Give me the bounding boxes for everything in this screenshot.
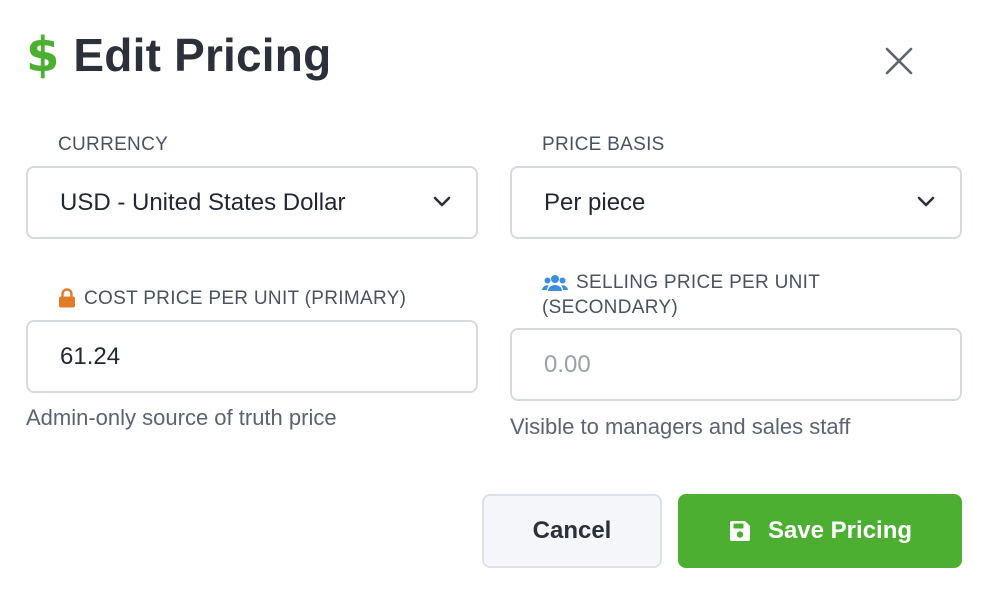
- price-basis-label: PRICE BASIS: [542, 132, 665, 157]
- selling-price-label-line2: (SECONDARY): [542, 297, 678, 318]
- selling-price-label: SELLING PRICE PER UNIT (SECONDARY): [542, 270, 820, 320]
- currency-selected-value: USD - United States Dollar: [60, 188, 346, 216]
- selling-price-placeholder: 0.00: [544, 350, 591, 378]
- save-pricing-button[interactable]: Save Pricing: [678, 494, 962, 568]
- chevron-down-icon: [433, 196, 451, 207]
- dialog-title: Edit Pricing: [73, 29, 332, 81]
- chevron-down-icon: [917, 196, 935, 207]
- selling-price-input[interactable]: 0.00: [510, 328, 962, 401]
- lock-icon: [59, 288, 75, 308]
- currency-label: CURRENCY: [58, 132, 168, 157]
- currency-label-text: CURRENCY: [58, 134, 169, 155]
- selling-price-label-line1: SELLING PRICE PER UNIT: [576, 272, 821, 293]
- dollar-icon: $: [26, 27, 60, 83]
- cancel-button[interactable]: Cancel: [482, 494, 662, 568]
- price-basis-label-text: PRICE BASIS: [542, 134, 665, 155]
- price-basis-selected-value: Per piece: [544, 188, 646, 216]
- cost-price-input[interactable]: 61.24: [26, 320, 478, 393]
- cost-price-label-text: COST PRICE PER UNIT (PRIMARY): [84, 288, 407, 309]
- cost-price-value: 61.24: [60, 342, 121, 370]
- cancel-button-label: Cancel: [532, 517, 612, 544]
- save-button-label: Save Pricing: [767, 517, 913, 544]
- dialog-header: $ Edit Pricing: [26, 24, 331, 86]
- price-basis-select[interactable]: Per piece: [510, 166, 962, 239]
- close-icon: [885, 47, 913, 75]
- currency-select[interactable]: USD - United States Dollar: [26, 166, 478, 239]
- cost-price-label: COST PRICE PER UNIT (PRIMARY): [58, 286, 406, 311]
- users-icon: [542, 274, 568, 291]
- cost-price-hint: Admin-only source of truth price: [26, 405, 337, 430]
- selling-price-hint: Visible to managers and sales staff: [510, 414, 851, 439]
- floppy-disk-icon: [729, 521, 750, 541]
- edit-pricing-dialog: $ Edit Pricing CURRENCY USD - United Sta…: [0, 0, 994, 598]
- close-button[interactable]: [878, 40, 920, 82]
